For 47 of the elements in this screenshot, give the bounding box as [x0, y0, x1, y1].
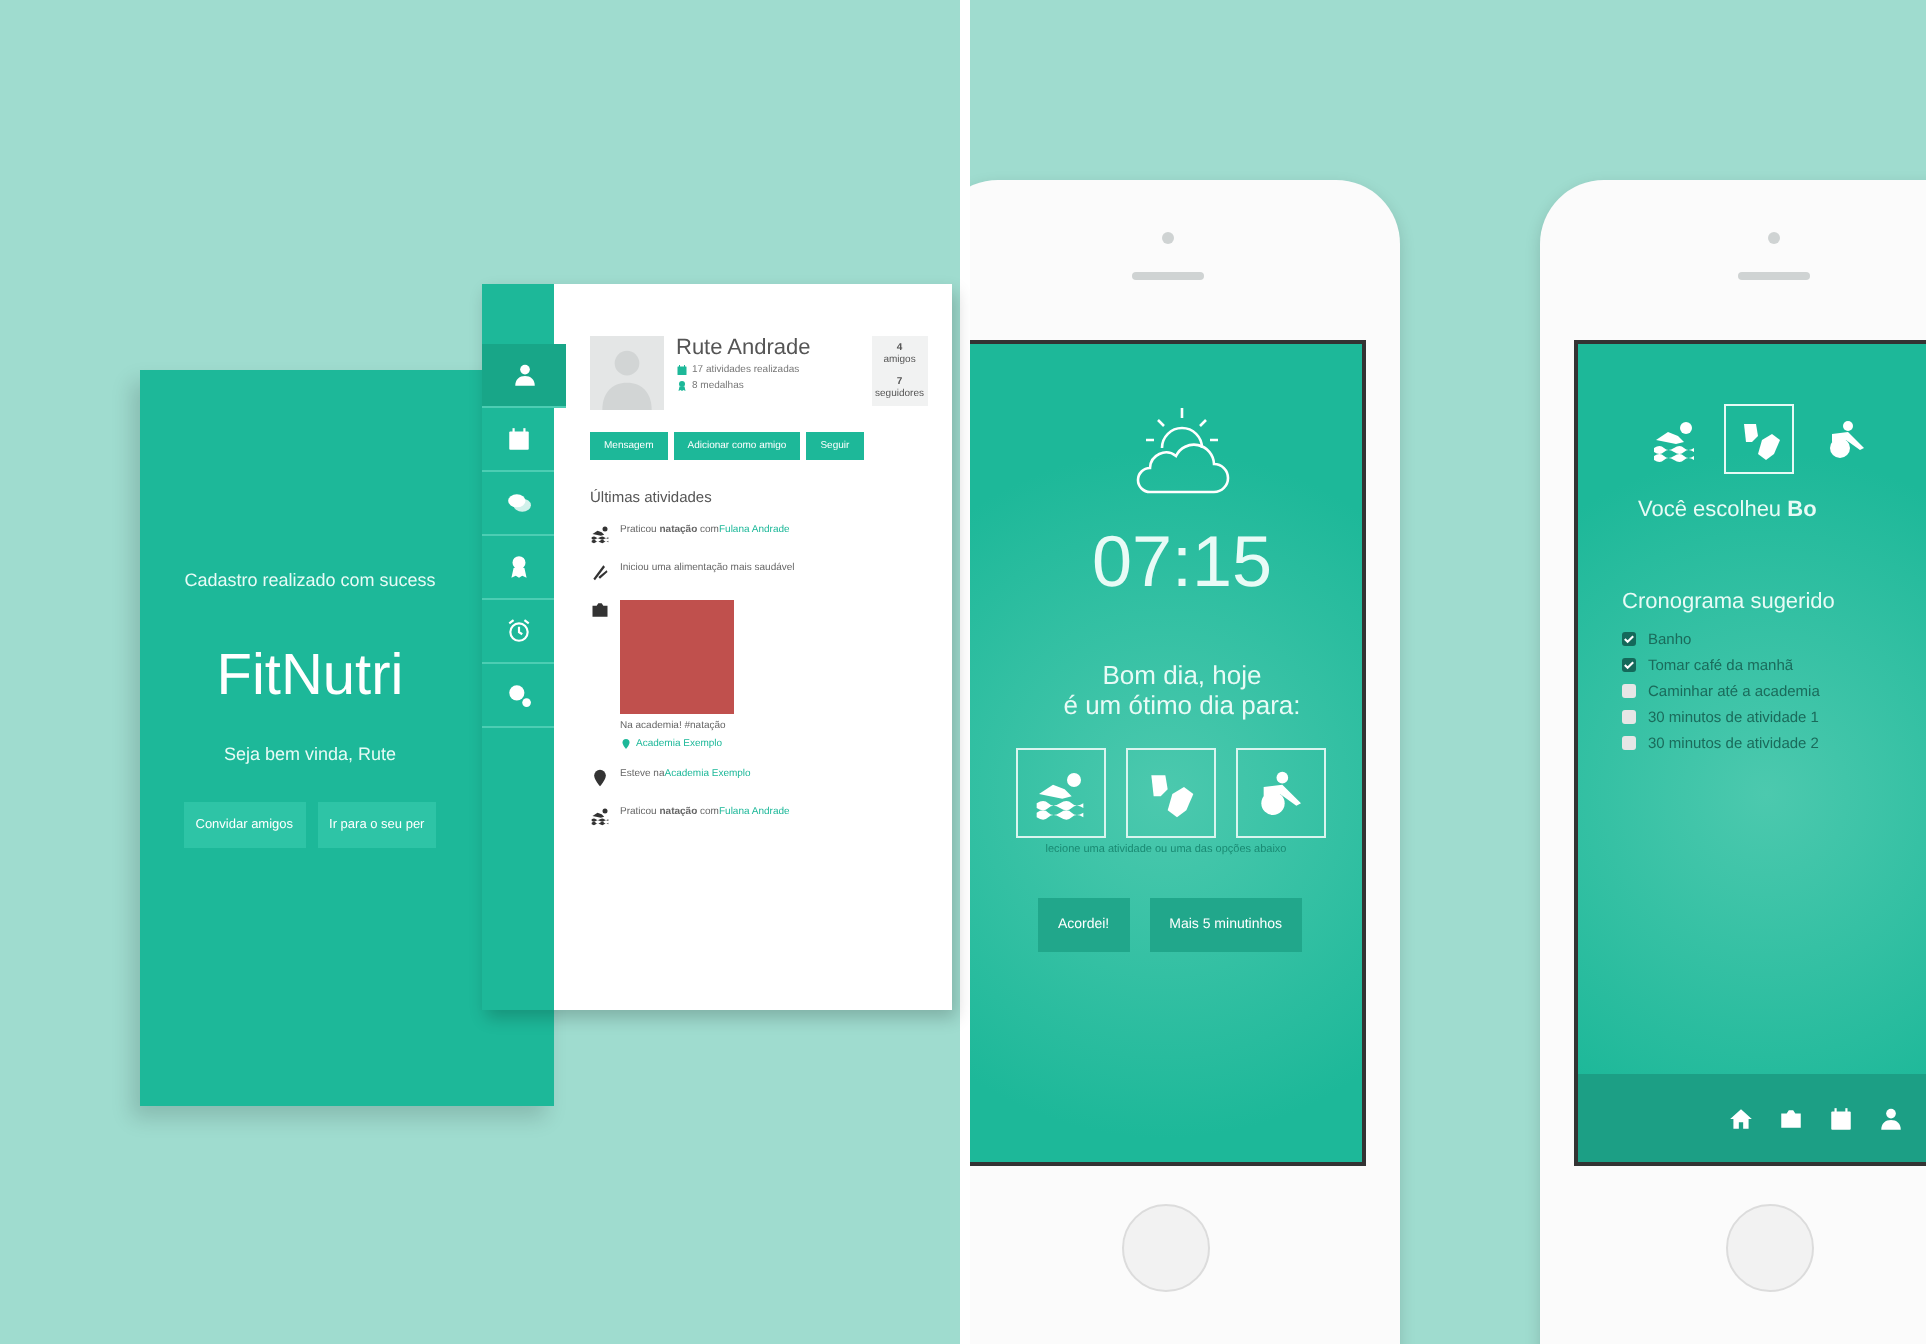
medal-icon [676, 380, 688, 392]
choice-text: Você escolheu Bo [1638, 498, 1817, 522]
user-icon [511, 362, 537, 388]
camera-dot [1768, 232, 1780, 244]
greeting-line: é um ótimo dia para: [1063, 690, 1301, 720]
calendar-icon [676, 364, 688, 376]
swimmer-icon [590, 524, 610, 544]
alarm-clock-icon [505, 618, 531, 644]
checkbox[interactable] [1622, 684, 1636, 698]
greeting-line: Bom dia, hoje [1102, 660, 1262, 690]
tab-button[interactable] [1828, 1105, 1854, 1131]
alarm-time: 07:15 [1091, 520, 1273, 604]
medal-icon [505, 554, 531, 580]
checkbox[interactable] [1622, 658, 1636, 672]
user-icon [1878, 1105, 1904, 1131]
tab-button[interactable] [1778, 1105, 1804, 1131]
success-message: Cadastro realizado com sucess [184, 570, 436, 590]
swimmer-icon [590, 806, 610, 826]
camera-dot [1162, 232, 1174, 244]
activity-option[interactable] [1015, 748, 1105, 838]
activity-option[interactable] [1235, 748, 1325, 838]
map-pin-icon [590, 768, 610, 788]
checkbox[interactable] [1622, 710, 1636, 724]
camera-icon [590, 600, 610, 620]
app-logo: FitNutri [216, 644, 404, 710]
speaker-slot [1738, 272, 1810, 280]
home-button[interactable] [1122, 1204, 1210, 1292]
profile-name: Rute Andrade [676, 336, 813, 360]
checkbox[interactable] [1622, 736, 1636, 750]
camera-icon [1778, 1105, 1804, 1131]
avatar-silhouette [590, 336, 664, 410]
calendar-icon [1828, 1105, 1854, 1131]
calendar-icon [505, 426, 531, 452]
activity-option[interactable] [1125, 748, 1215, 838]
home-icon [1728, 1105, 1754, 1131]
chat-bubbles-icon [505, 490, 531, 516]
welcome-text: Seja bem vinda, Rute [223, 744, 397, 764]
photo-placeholder [620, 600, 734, 714]
map-pin-icon [620, 738, 632, 750]
tab-button[interactable] [1728, 1105, 1754, 1131]
checkbox[interactable] [1622, 632, 1636, 646]
tab-button[interactable] [1878, 1105, 1904, 1131]
schedule-title: Cronograma sugerido [1622, 590, 1835, 614]
home-button[interactable] [1726, 1204, 1814, 1292]
speaker-slot [1132, 272, 1204, 280]
activity-option[interactable] [1724, 404, 1794, 474]
sidebar-item[interactable] [482, 344, 566, 408]
